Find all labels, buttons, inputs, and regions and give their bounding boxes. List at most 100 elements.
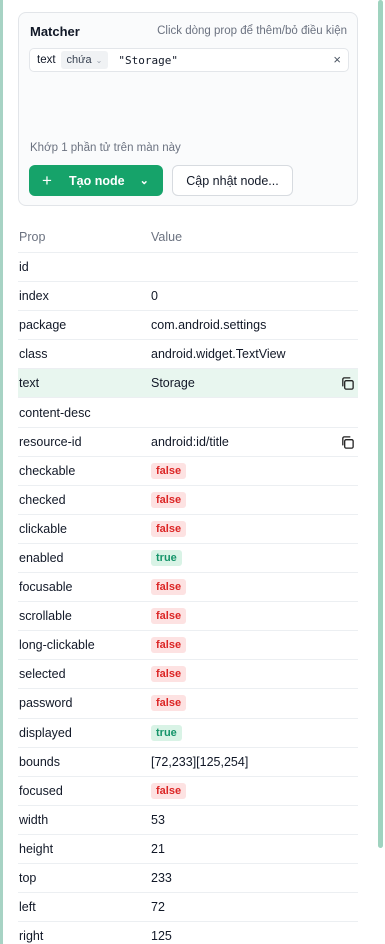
table-row[interactable]: package com.android.settings — [18, 310, 358, 339]
table-row[interactable]: height 21 — [18, 833, 358, 863]
row-prop: left — [19, 900, 36, 915]
row-value-cell: false — [151, 579, 358, 596]
table-row[interactable]: bounds [72,233][125,254] — [18, 746, 358, 776]
left-accent-bar — [0, 0, 3, 944]
table-row[interactable]: checkable false — [18, 455, 358, 485]
match-status: Khớp 1 phần tử trên màn này — [30, 142, 181, 154]
row-prop: long-clickable — [19, 638, 95, 653]
row-prop: width — [19, 812, 49, 827]
row-prop: scrollable — [19, 609, 72, 624]
table-row[interactable]: content-desc — [18, 397, 358, 426]
matcher-condition: text chứa ⌄ "Storage" × — [29, 48, 349, 72]
row-prop: displayed — [19, 725, 72, 740]
boolean-badge: false — [151, 782, 187, 799]
chevron-down-icon: ⌄ — [95, 55, 103, 65]
row-value-cell: false — [151, 520, 358, 537]
table-row[interactable]: top 233 — [18, 862, 358, 892]
row-prop: focusable — [19, 580, 73, 595]
copy-icon[interactable] — [340, 435, 355, 450]
table-row[interactable]: scrollable false — [18, 601, 358, 630]
plus-icon: + — [42, 170, 52, 190]
create-node-label: Tạo node — [69, 173, 125, 188]
row-prop: text — [19, 376, 40, 391]
row-value: [72,233][125,254] — [151, 754, 249, 769]
update-node-button[interactable]: Cập nhật node... — [172, 165, 293, 196]
table-row[interactable]: id — [18, 252, 358, 281]
boolean-badge: false — [151, 637, 187, 654]
row-prop: selected — [19, 667, 66, 682]
condition-operator-select[interactable]: chứa ⌄ — [60, 51, 109, 69]
row-prop: password — [19, 696, 73, 711]
table-row[interactable]: selected false — [18, 659, 358, 688]
table-row[interactable]: right 125 — [18, 921, 358, 944]
row-value: 233 — [151, 871, 172, 886]
row-value-cell: false — [151, 782, 358, 799]
condition-operator-label: chứa — [66, 54, 92, 66]
row-prop: package — [19, 318, 67, 333]
row-prop: checked — [19, 492, 66, 507]
table-row[interactable]: left 72 — [18, 892, 358, 921]
row-value: Storage — [151, 376, 195, 391]
row-prop: bounds — [19, 754, 61, 769]
props-table: Prop Value id index 0 package com.android.se… — [18, 222, 358, 944]
row-prop: clickable — [19, 521, 67, 536]
table-row[interactable]: enabled true — [18, 542, 358, 572]
row-value-cell: false — [151, 608, 358, 625]
boolean-badge: false — [151, 666, 187, 683]
row-value-cell: false — [151, 666, 358, 683]
table-row[interactable]: focused false — [18, 775, 358, 805]
row-prop: top — [19, 871, 37, 886]
table-row[interactable]: checked false — [18, 484, 358, 514]
table-row[interactable]: resource-id android:id/title — [18, 426, 358, 456]
condition-value[interactable]: "Storage" — [118, 54, 178, 67]
table-row[interactable]: long-clickable false — [18, 630, 358, 659]
row-prop: focused — [19, 783, 63, 798]
row-value-cell: true — [151, 549, 358, 566]
row-value-cell: false — [151, 695, 358, 712]
scrollbar[interactable] — [378, 0, 385, 944]
boolean-badge: false — [151, 462, 187, 479]
boolean-badge: false — [151, 491, 187, 508]
table-row[interactable]: password false — [18, 688, 358, 717]
row-value: 21 — [151, 841, 165, 856]
table-row[interactable]: width 53 — [18, 804, 358, 834]
header-prop: Prop — [19, 230, 46, 244]
row-prop: right — [19, 929, 44, 944]
boolean-badge: false — [151, 695, 187, 712]
row-prop: height — [19, 841, 54, 856]
row-prop: class — [19, 347, 48, 362]
table-row[interactable]: displayed true — [18, 717, 358, 747]
row-value-cell: false — [151, 491, 358, 508]
matcher-panel: Matcher Click dòng prop để thêm/bỏ điều … — [18, 12, 358, 206]
copy-icon[interactable] — [340, 376, 355, 391]
matcher-hint: Click dòng prop để thêm/bỏ điều kiện — [157, 25, 347, 37]
table-row[interactable]: class android.widget.TextView — [18, 339, 358, 368]
table-header: Prop Value — [18, 222, 358, 252]
close-icon[interactable]: × — [333, 52, 341, 67]
row-value-cell: false — [151, 462, 358, 479]
table-row[interactable]: text Storage — [18, 368, 358, 398]
table-row[interactable]: focusable false — [18, 572, 358, 601]
row-prop: content-desc — [19, 405, 91, 420]
row-value-cell: false — [151, 637, 358, 654]
table-row[interactable]: clickable false — [18, 513, 358, 543]
row-value: 72 — [151, 900, 165, 915]
matcher-title: Matcher — [30, 24, 80, 39]
row-prop: resource-id — [19, 434, 82, 449]
row-value: android.widget.TextView — [151, 347, 286, 362]
boolean-badge: true — [151, 724, 182, 741]
row-value: android:id/title — [151, 434, 229, 449]
header-value: Value — [151, 230, 183, 244]
chevron-down-icon[interactable]: ⌄ — [140, 174, 149, 187]
row-prop: id — [19, 260, 29, 275]
row-value: 53 — [151, 812, 165, 827]
create-node-button[interactable]: + Tạo node ⌄ — [29, 165, 163, 196]
boolean-badge: false — [151, 579, 187, 596]
table-row[interactable]: index 0 — [18, 281, 358, 310]
row-value: 125 — [151, 929, 172, 944]
boolean-badge: true — [151, 549, 182, 566]
condition-prop: text — [37, 54, 56, 66]
boolean-badge: false — [151, 520, 187, 537]
boolean-badge: false — [151, 608, 187, 625]
scrollbar-thumb[interactable] — [378, 0, 383, 848]
